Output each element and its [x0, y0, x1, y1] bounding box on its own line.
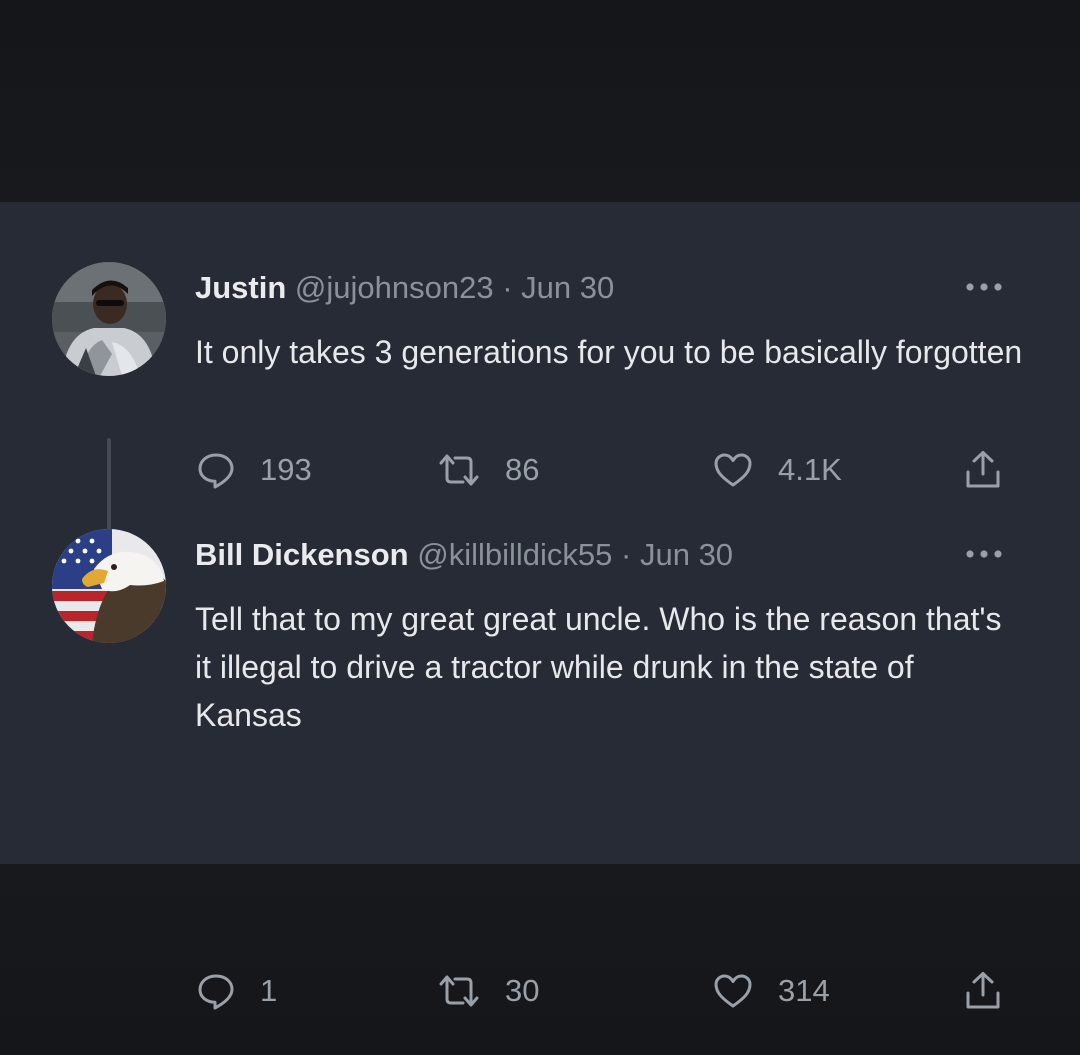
more-options-button[interactable] [963, 280, 1005, 294]
retweet-icon [439, 454, 479, 486]
ellipsis-icon [966, 283, 1002, 291]
tweet-actions: 193 86 4.1K [0, 448, 1080, 492]
display-name[interactable]: Justin [195, 270, 286, 305]
retweet-button[interactable]: 86 [437, 448, 539, 492]
like-button[interactable]: 4.1K [712, 448, 842, 492]
retweet-icon [439, 975, 479, 1007]
heart-icon [714, 453, 752, 487]
user-handle[interactable]: @killbilldick55 [417, 537, 612, 572]
screenshot-frame: Justin @jujohnson23 · Jun 30 It only tak… [0, 0, 1080, 1055]
tweet-date[interactable]: Jun 30 [521, 270, 614, 305]
reply-icon [198, 974, 234, 1010]
more-options-button[interactable] [963, 547, 1005, 561]
avatar[interactable] [52, 262, 166, 376]
header-separator: · [621, 537, 632, 572]
like-button[interactable]: 314 [712, 969, 830, 1013]
profile-photo-icon [52, 529, 166, 643]
reply-button[interactable]: 193 [196, 448, 312, 492]
reply-count: 193 [260, 452, 312, 487]
reply-count: 1 [260, 973, 278, 1008]
tweet-date[interactable]: Jun 30 [640, 537, 733, 572]
like-count: 314 [778, 973, 830, 1008]
tweet-thread-card: Justin @jujohnson23 · Jun 30 It only tak… [0, 202, 1080, 1010]
ellipsis-icon [966, 550, 1002, 558]
reply-button[interactable]: 1 [196, 969, 277, 1013]
retweet-count: 30 [505, 973, 540, 1008]
like-count: 4.1K [778, 452, 842, 487]
display-name[interactable]: Bill Dickenson [195, 537, 409, 572]
share-icon [966, 451, 1000, 488]
share-icon [966, 972, 1000, 1009]
share-button[interactable] [962, 969, 1004, 1013]
heart-icon [714, 974, 752, 1008]
tweet-text: Tell that to my great great uncle. Who i… [195, 601, 1002, 733]
header-separator: · [502, 270, 513, 305]
tweet-header: Bill Dickenson @killbilldick55 · Jun 30 [195, 535, 733, 575]
profile-photo-icon [52, 262, 166, 376]
share-button[interactable] [962, 448, 1004, 492]
retweet-button[interactable]: 30 [437, 969, 539, 1013]
tweet-actions: 1 30 314 [0, 969, 1080, 1013]
retweet-count: 86 [505, 452, 540, 487]
tweet-header: Justin @jujohnson23 · Jun 30 [195, 268, 614, 308]
reply-icon [198, 453, 234, 489]
user-handle[interactable]: @jujohnson23 [295, 270, 494, 305]
avatar[interactable] [52, 529, 166, 643]
tweet-text: It only takes 3 generations for you to b… [195, 334, 1023, 370]
